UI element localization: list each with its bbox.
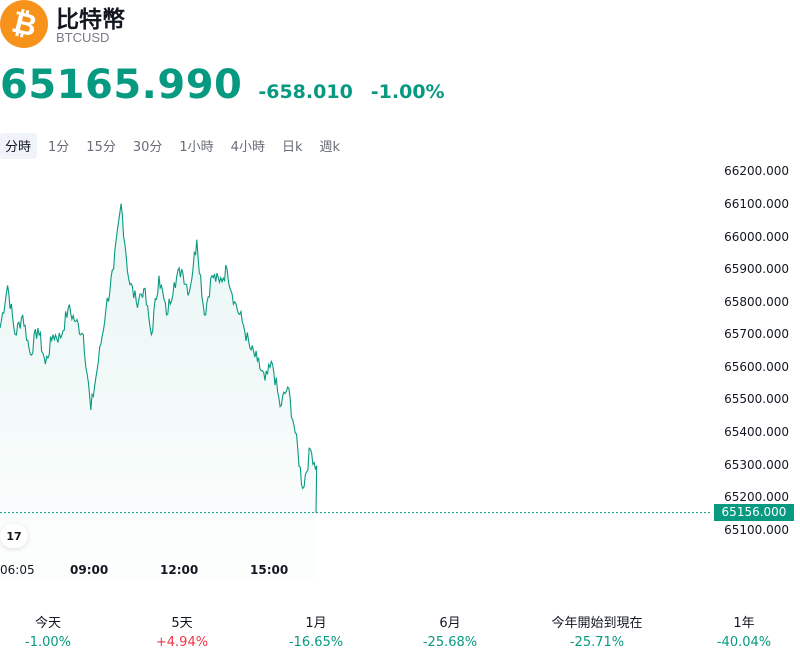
tab-1hour[interactable]: 1小時 <box>174 133 219 159</box>
x-tick-label: 15:00 <box>250 563 289 577</box>
perf-label: 5天 <box>171 616 193 631</box>
x-tick-label: 12:00 <box>160 563 199 577</box>
y-tick-label: 65100.000 <box>724 523 789 537</box>
performance-row: 今天 -1.00% 5天 +4.94% 1月 -16.65% 6月 -25.68… <box>0 612 800 656</box>
tab-weekly[interactable]: 週k <box>314 133 346 159</box>
perf-today[interactable]: 今天 -1.00% <box>0 612 108 650</box>
y-tick-label: 65200.000 <box>724 490 789 504</box>
perf-ytd[interactable]: 今年開始到現在 -25.71% <box>537 612 657 650</box>
perf-5d[interactable]: 5天 +4.94% <box>122 612 242 650</box>
perf-value: -25.68% <box>422 635 478 650</box>
y-tick-label: 65700.000 <box>724 327 789 341</box>
y-tick-label: 65800.000 <box>724 295 789 309</box>
perf-1y[interactable]: 1年 -40.04% <box>684 612 800 650</box>
perf-value: +4.94% <box>155 635 209 650</box>
x-tick-label: 06:05 <box>0 563 35 577</box>
perf-label: 1年 <box>733 616 755 631</box>
perf-label: 今天 <box>34 616 61 631</box>
perf-value: -40.04% <box>716 635 772 650</box>
tab-intraday[interactable]: 分時 <box>0 133 38 159</box>
last-price-tag: 65156.000 <box>714 504 794 521</box>
perf-label: 1月 <box>305 616 327 631</box>
tab-30min[interactable]: 30分 <box>128 133 169 159</box>
bitcoin-logo-icon: ₿ <box>0 0 48 48</box>
perf-value: -25.71% <box>569 635 625 650</box>
price-area-fill <box>0 203 317 580</box>
y-tick-label: 65600.000 <box>724 360 789 374</box>
perf-label: 6月 <box>439 616 461 631</box>
asset-name: 比特幣 <box>56 7 125 33</box>
tab-1min[interactable]: 1分 <box>43 133 75 159</box>
asset-symbol: BTCUSD <box>56 30 110 45</box>
price-chart[interactable] <box>0 160 800 580</box>
tab-15min[interactable]: 15分 <box>81 133 122 159</box>
tab-daily[interactable]: 日k <box>277 133 309 159</box>
perf-1m[interactable]: 1月 -16.65% <box>256 612 376 650</box>
y-tick-label: 66000.000 <box>724 230 789 244</box>
interval-tabs: 分時 1分 15分 30分 1小時 4小時 日k 週k <box>0 133 346 159</box>
y-tick-label: 65500.000 <box>724 392 789 406</box>
quote-row: 65165.990 -658.010 -1.00% <box>0 62 445 108</box>
perf-label: 今年開始到現在 <box>551 616 643 631</box>
y-tick-label: 65900.000 <box>724 262 789 276</box>
y-tick-label: 65400.000 <box>724 425 789 439</box>
y-tick-label: 65300.000 <box>724 458 789 472</box>
current-price: 65165.990 <box>0 62 243 108</box>
price-change: -658.010 <box>258 81 353 103</box>
tab-4hour[interactable]: 4小時 <box>226 133 271 159</box>
x-tick-label: 09:00 <box>70 563 109 577</box>
price-change-percent: -1.00% <box>370 81 445 103</box>
tradingview-logo-icon[interactable]: 17 <box>0 524 28 548</box>
perf-6m[interactable]: 6月 -25.68% <box>390 612 510 650</box>
y-tick-label: 66200.000 <box>724 164 789 178</box>
y-tick-label: 66100.000 <box>724 197 789 211</box>
perf-value: -1.00% <box>25 635 71 650</box>
perf-value: -16.65% <box>288 635 344 650</box>
